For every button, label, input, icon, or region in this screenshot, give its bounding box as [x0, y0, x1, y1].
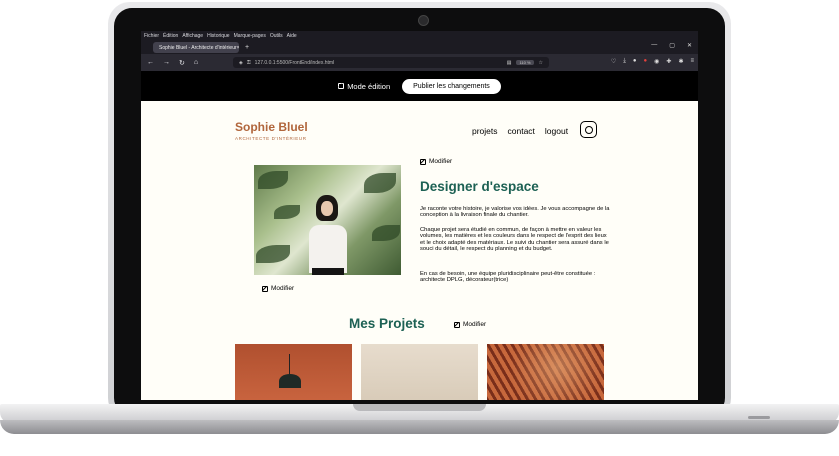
browser-toolbar: ← → ↻ ⌂ ◈ ⚿ 127.0.0.1:5500/FrontEnd/inde…: [141, 54, 698, 71]
project-light-overlay: [487, 344, 604, 400]
edit-icon: [454, 321, 460, 328]
browser-tabbar: Sophie Bluel - Architecte d'intérieur × …: [141, 41, 698, 54]
page-content: Sophie Bluel ARCHITECTE D'INTÉRIEUR proj…: [141, 101, 698, 400]
project-card[interactable]: [487, 344, 604, 400]
instagram-icon[interactable]: [580, 121, 597, 138]
laptop-screen: Fichier Édition Affichage Historique Mar…: [141, 31, 698, 400]
modify-projects-button[interactable]: Modifier: [454, 321, 486, 328]
home-icon[interactable]: ⌂: [194, 59, 198, 67]
intro-paragraph: En cas de besoin, une équipe pluridiscip…: [420, 271, 596, 284]
logo-subtitle: ARCHITECTE D'INTÉRIEUR: [235, 136, 307, 141]
tab-close-icon[interactable]: ×: [237, 45, 239, 51]
modify-projects-label: Modifier: [463, 321, 487, 328]
modify-intro-label: Modifier: [429, 158, 453, 165]
laptop-base-edge: [0, 420, 839, 434]
nav-logout[interactable]: logout: [545, 126, 568, 136]
minimize-button[interactable]: —: [651, 42, 657, 49]
menu-file[interactable]: Fichier: [144, 33, 159, 39]
nav-projets[interactable]: projets: [472, 126, 498, 136]
new-tab-button[interactable]: +: [245, 44, 249, 51]
lamp-cord: [289, 354, 290, 376]
url-text[interactable]: 127.0.0.1:5500/FrontEnd/index.html: [255, 60, 335, 66]
menu-bookmarks[interactable]: Marque-pages: [234, 33, 266, 39]
leaf-shape: [372, 225, 400, 241]
edit-mode-indicator: Mode édition: [338, 82, 390, 91]
edit-icon: [420, 158, 426, 165]
lamp-shade: [279, 374, 301, 388]
close-window-button[interactable]: ✕: [687, 42, 692, 49]
modify-intro-button[interactable]: Modifier: [420, 158, 452, 165]
reload-icon[interactable]: ↻: [179, 59, 185, 67]
address-bar[interactable]: ◈ ⚿ 127.0.0.1:5500/FrontEnd/index.html ▤…: [233, 57, 549, 68]
edit-icon: [338, 83, 345, 89]
settings-icon[interactable]: ✱: [678, 58, 683, 65]
browser-tab[interactable]: Sophie Bluel - Architecte d'intérieur ×: [153, 42, 239, 53]
star-icon[interactable]: ☆: [539, 60, 543, 66]
nav-contact[interactable]: contact: [508, 126, 535, 136]
projects-title: Mes Projets: [349, 316, 425, 331]
main-nav: projets contact logout: [472, 126, 568, 136]
lock-icon[interactable]: ⚿: [247, 60, 251, 66]
account-icon[interactable]: ◉: [654, 58, 659, 65]
zoom-indicator[interactable]: 110 %: [516, 60, 534, 65]
site-logo[interactable]: Sophie Bluel ARCHITECTE D'INTÉRIEUR: [235, 120, 308, 144]
laptop-side-detail: [748, 416, 770, 419]
leaf-shape: [256, 245, 290, 263]
puzzle-icon[interactable]: ✚: [666, 58, 671, 65]
modify-photo-label: Modifier: [271, 285, 295, 292]
download-icon[interactable]: ⤓: [623, 58, 626, 65]
extensions-area: ♡ ⤓ ● ● ◉ ✚ ✱ ≡: [611, 58, 694, 65]
menu-help[interactable]: Aide: [287, 33, 297, 39]
reader-icon[interactable]: ▤: [507, 60, 512, 66]
project-card[interactable]: [235, 344, 352, 400]
publish-button[interactable]: Publier les changements: [402, 78, 501, 94]
blocker-icon[interactable]: ●: [644, 58, 648, 65]
edit-mode-label: Mode édition: [347, 81, 391, 91]
person-face: [321, 201, 333, 216]
leaf-shape: [274, 205, 300, 219]
leaf-shape: [258, 171, 288, 189]
laptop-notch: [353, 404, 486, 411]
back-icon[interactable]: ←: [147, 59, 154, 67]
menu-view[interactable]: Affichage: [182, 33, 203, 39]
person-shirt: [309, 225, 347, 273]
webcam: [418, 15, 429, 26]
edit-mode-bar: Mode édition Publier les changements: [141, 71, 698, 101]
tab-title: Sophie Bluel - Architecte d'intérieur: [159, 44, 237, 51]
profile-photo: [254, 165, 401, 275]
modify-photo-button[interactable]: Modifier: [262, 285, 294, 292]
window-controls: — ▢ ✕: [651, 42, 692, 49]
intro-paragraph: Chaque projet sera étudié en commun, de …: [420, 227, 609, 253]
intro-paragraph: Je raconte votre histoire, je valorise v…: [420, 206, 610, 219]
nav-buttons: ← → ↻ ⌂: [147, 59, 198, 67]
browser-menubar: Fichier Édition Affichage Historique Mar…: [141, 31, 698, 41]
person-pants: [312, 268, 344, 275]
menu-tools[interactable]: Outils: [270, 33, 283, 39]
edit-icon: [262, 285, 268, 292]
leaf-shape: [364, 173, 396, 193]
shield-icon[interactable]: ◈: [239, 60, 243, 66]
address-bar-actions: ▤ 110 % ☆: [507, 60, 549, 66]
project-card[interactable]: [361, 344, 478, 400]
menu-icon[interactable]: ≡: [690, 58, 694, 65]
logo-name: Sophie Bluel: [235, 120, 308, 134]
maximize-button[interactable]: ▢: [669, 42, 675, 49]
forward-icon[interactable]: →: [163, 59, 170, 67]
pocket-icon[interactable]: ♡: [611, 58, 616, 65]
intro-title: Designer d'espace: [420, 179, 539, 194]
extension-icon[interactable]: ●: [633, 58, 637, 65]
menu-edit[interactable]: Édition: [163, 33, 178, 39]
menu-history[interactable]: Historique: [207, 33, 230, 39]
